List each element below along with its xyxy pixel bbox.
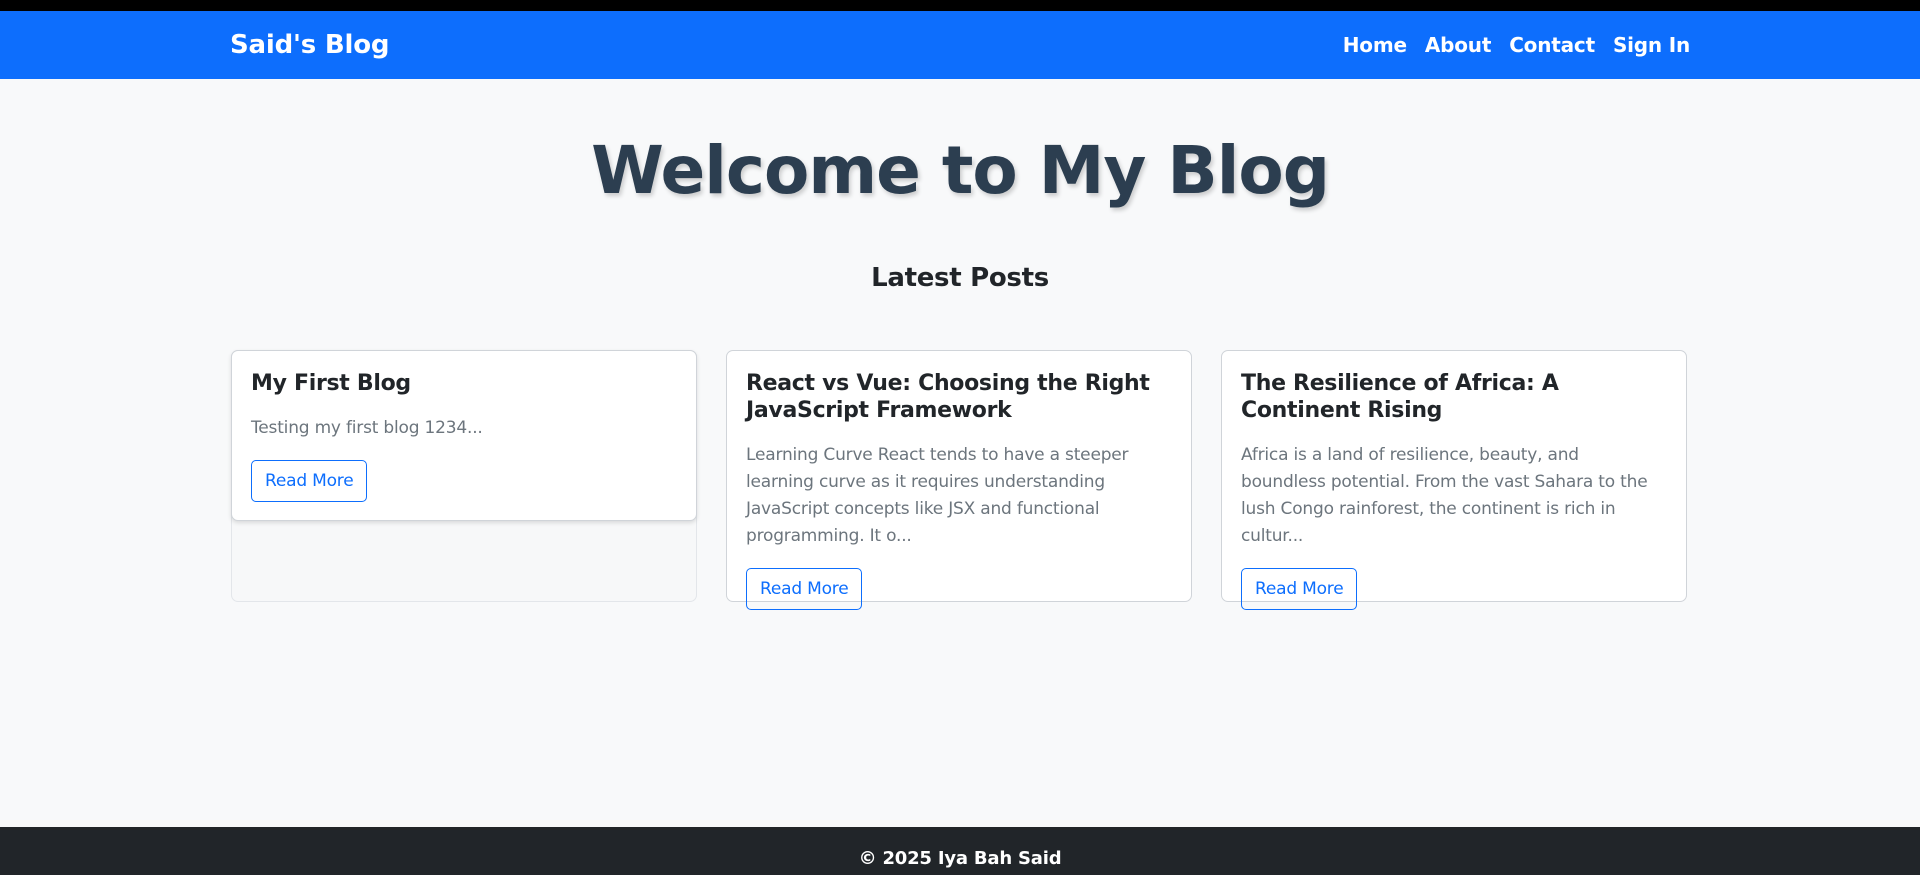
navbar: Said's Blog Home About Contact Sign In xyxy=(0,11,1920,79)
post-card: My First Blog Testing my first blog 1234… xyxy=(231,350,697,521)
post-title: React vs Vue: Choosing the Right JavaScr… xyxy=(746,371,1150,423)
read-more-button[interactable]: Read More xyxy=(1241,568,1358,610)
browser-top-strip xyxy=(0,0,1920,11)
nav-link-sign-in[interactable]: Sign In xyxy=(1613,33,1690,57)
post-card: React vs Vue: Choosing the Right JavaScr… xyxy=(726,350,1192,610)
nav-link-home[interactable]: Home xyxy=(1343,33,1407,57)
post-column: The Resilience of Africa: A Continent Ri… xyxy=(1221,350,1687,610)
post-column: React vs Vue: Choosing the Right JavaScr… xyxy=(726,350,1192,610)
nav-link-about[interactable]: About xyxy=(1425,33,1492,57)
posts-grid: My First Blog Testing my first blog 1234… xyxy=(231,350,1688,610)
brand-link[interactable]: Said's Blog xyxy=(230,30,389,60)
footer-copyright: © 2025 Iya Bah Said xyxy=(858,848,1062,869)
footer: © 2025 Iya Bah Said xyxy=(0,827,1920,875)
post-title: The Resilience of Africa: A Continent Ri… xyxy=(1241,371,1559,423)
post-excerpt: Learning Curve React tends to have a ste… xyxy=(746,445,1129,546)
read-more-button[interactable]: Read More xyxy=(251,460,368,502)
post-excerpt: Testing my first blog 1234... xyxy=(251,418,483,438)
post-card: The Resilience of Africa: A Continent Ri… xyxy=(1221,350,1687,610)
nav-links: Home About Contact Sign In xyxy=(1343,33,1690,57)
navbar-container: Said's Blog Home About Contact Sign In xyxy=(230,11,1690,79)
post-column: My First Blog Testing my first blog 1234… xyxy=(231,350,697,602)
page-title: Welcome to My Blog xyxy=(591,132,1330,209)
post-title: My First Blog xyxy=(251,371,411,396)
nav-link-contact[interactable]: Contact xyxy=(1509,33,1595,57)
read-more-button[interactable]: Read More xyxy=(746,568,863,610)
latest-posts-heading: Latest Posts xyxy=(871,263,1049,293)
post-excerpt: Africa is a land of resilience, beauty, … xyxy=(1241,445,1648,546)
